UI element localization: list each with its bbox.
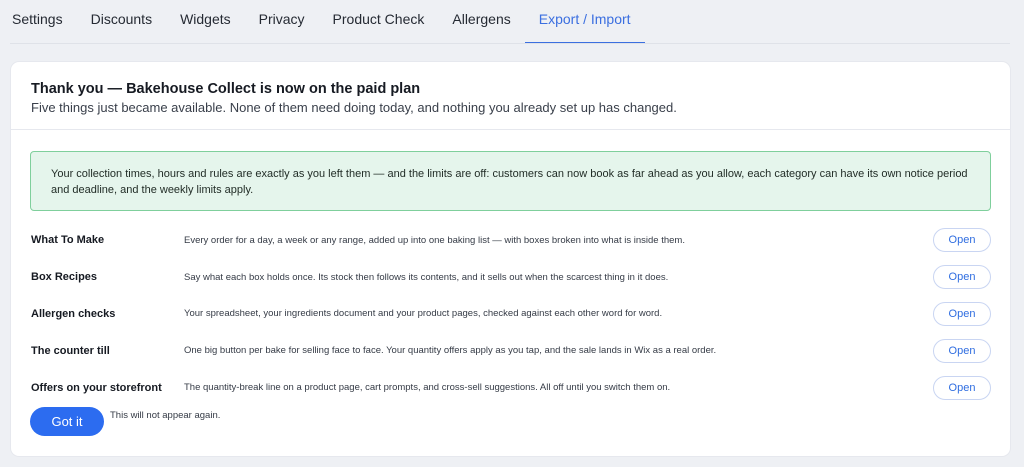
feature-name: Allergen checks [31, 307, 116, 320]
open-box-recipes-button[interactable]: Open [933, 265, 991, 290]
got-it-button[interactable]: Got it [30, 407, 104, 436]
dismiss-note: This will not appear again. [110, 410, 221, 421]
feature-name: What To Make [31, 234, 105, 247]
feature-description: The quantity-break line on a product pag… [184, 382, 671, 394]
open-storefront-offers-button[interactable]: Open [933, 375, 991, 400]
feature-list: What To Make Every order for a day, a we… [31, 222, 991, 406]
card-title: Thank you — Bakehouse Collect is now on … [31, 81, 421, 97]
open-allergen-checks-button[interactable]: Open [933, 301, 991, 326]
tab-export-import[interactable]: Export / Import [524, 0, 645, 44]
card-header: Thank you — Bakehouse Collect is now on … [11, 62, 1010, 130]
tab-allergens[interactable]: Allergens [438, 0, 524, 44]
tab-discounts[interactable]: Discounts [77, 0, 166, 44]
feature-name: Offers on your storefront [31, 381, 162, 394]
feature-row-what-to-make: What To Make Every order for a day, a we… [31, 222, 991, 259]
open-counter-till-button[interactable]: Open [933, 338, 991, 363]
upgrade-welcome-card: Thank you — Bakehouse Collect is now on … [11, 62, 1010, 456]
feature-description: One big button per bake for selling face… [184, 345, 717, 357]
tab-product-check[interactable]: Product Check [319, 0, 439, 44]
tab-widgets[interactable]: Widgets [166, 0, 245, 44]
card-subtitle: Five things just became available. None … [31, 100, 677, 115]
tab-settings[interactable]: Settings [0, 0, 77, 44]
tab-bar: Settings Discounts Widgets Privacy Produ… [0, 0, 1010, 44]
feature-description: Say what each box holds once. Its stock … [184, 271, 669, 283]
feature-row-allergen-checks: Allergen checks Your spreadsheet, your i… [31, 296, 991, 333]
success-notice: Your collection times, hours and rules a… [30, 151, 991, 211]
feature-row-storefront-offers: Offers on your storefront The quantity-b… [31, 369, 991, 406]
feature-description: Every order for a day, a week or any ran… [184, 234, 685, 246]
feature-row-counter-till: The counter till One big button per bake… [31, 332, 991, 369]
tab-privacy[interactable]: Privacy [245, 0, 319, 44]
feature-description: Your spreadsheet, your ingredients docum… [184, 308, 663, 320]
tab-divider [10, 43, 1010, 44]
feature-row-box-recipes: Box Recipes Say what each box holds once… [31, 259, 991, 296]
feature-name: Box Recipes [31, 271, 98, 284]
feature-name: The counter till [31, 344, 110, 357]
open-what-to-make-button[interactable]: Open [933, 228, 991, 253]
card-footer: Got it This will not appear again. [30, 407, 220, 436]
